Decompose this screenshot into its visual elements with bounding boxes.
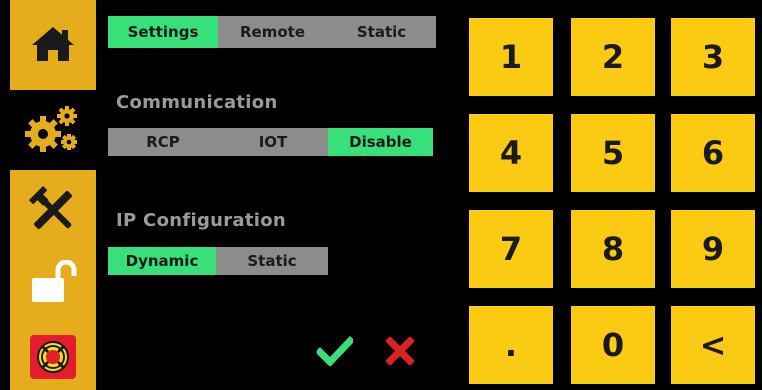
ip-option-dynamic[interactable]: Dynamic [108,247,216,275]
keypad-key-2[interactable]: 2 [571,18,655,96]
comm-option-rcp[interactable]: RCP [108,128,218,156]
lifebuoy-icon [28,334,78,380]
sidebar-item-home[interactable] [10,0,96,88]
communication-label: Communication [116,92,278,113]
keypad-key-7[interactable]: 7 [469,210,553,288]
communication-selector: RCP IOT Disable [108,128,433,156]
confirm-button[interactable] [315,336,355,370]
screen: Settings Remote Static Communication RCP… [0,0,762,390]
keypad-key-5[interactable]: 5 [571,114,655,192]
keypad-key-3[interactable]: 3 [671,18,755,96]
gears-icon [23,102,83,158]
keypad-key-1[interactable]: 1 [469,18,553,96]
comm-option-iot[interactable]: IOT [218,128,328,156]
cancel-button[interactable] [383,336,417,370]
sidebar-item-help[interactable] [10,330,96,384]
comm-option-disable[interactable]: Disable [328,128,433,156]
keypad-key-backspace[interactable]: < [671,306,755,384]
sidebar [10,0,96,390]
tab-static[interactable]: Static [327,16,436,48]
checkmark-icon [315,336,355,370]
keypad-key-8[interactable]: 8 [571,210,655,288]
keypad-key-decimal[interactable]: . [469,306,553,384]
keypad-key-6[interactable]: 6 [671,114,755,192]
ip-option-static[interactable]: Static [216,247,328,275]
tab-settings[interactable]: Settings [108,16,218,48]
tab-remote[interactable]: Remote [218,16,327,48]
sidebar-item-settings[interactable] [10,90,96,170]
close-icon [385,336,415,369]
mode-tabs: Settings Remote Static [108,16,436,48]
keypad-key-4[interactable]: 4 [469,114,553,192]
keypad-key-9[interactable]: 9 [671,210,755,288]
sidebar-item-lock[interactable] [10,250,96,315]
sidebar-item-tools[interactable] [10,175,96,245]
keypad-key-0[interactable]: 0 [571,306,655,384]
ip-config-selector: Dynamic Static [108,247,328,275]
unlock-icon [28,259,78,306]
tools-icon [27,184,79,236]
ip-config-label: IP Configuration [116,210,287,231]
home-icon [30,24,76,64]
